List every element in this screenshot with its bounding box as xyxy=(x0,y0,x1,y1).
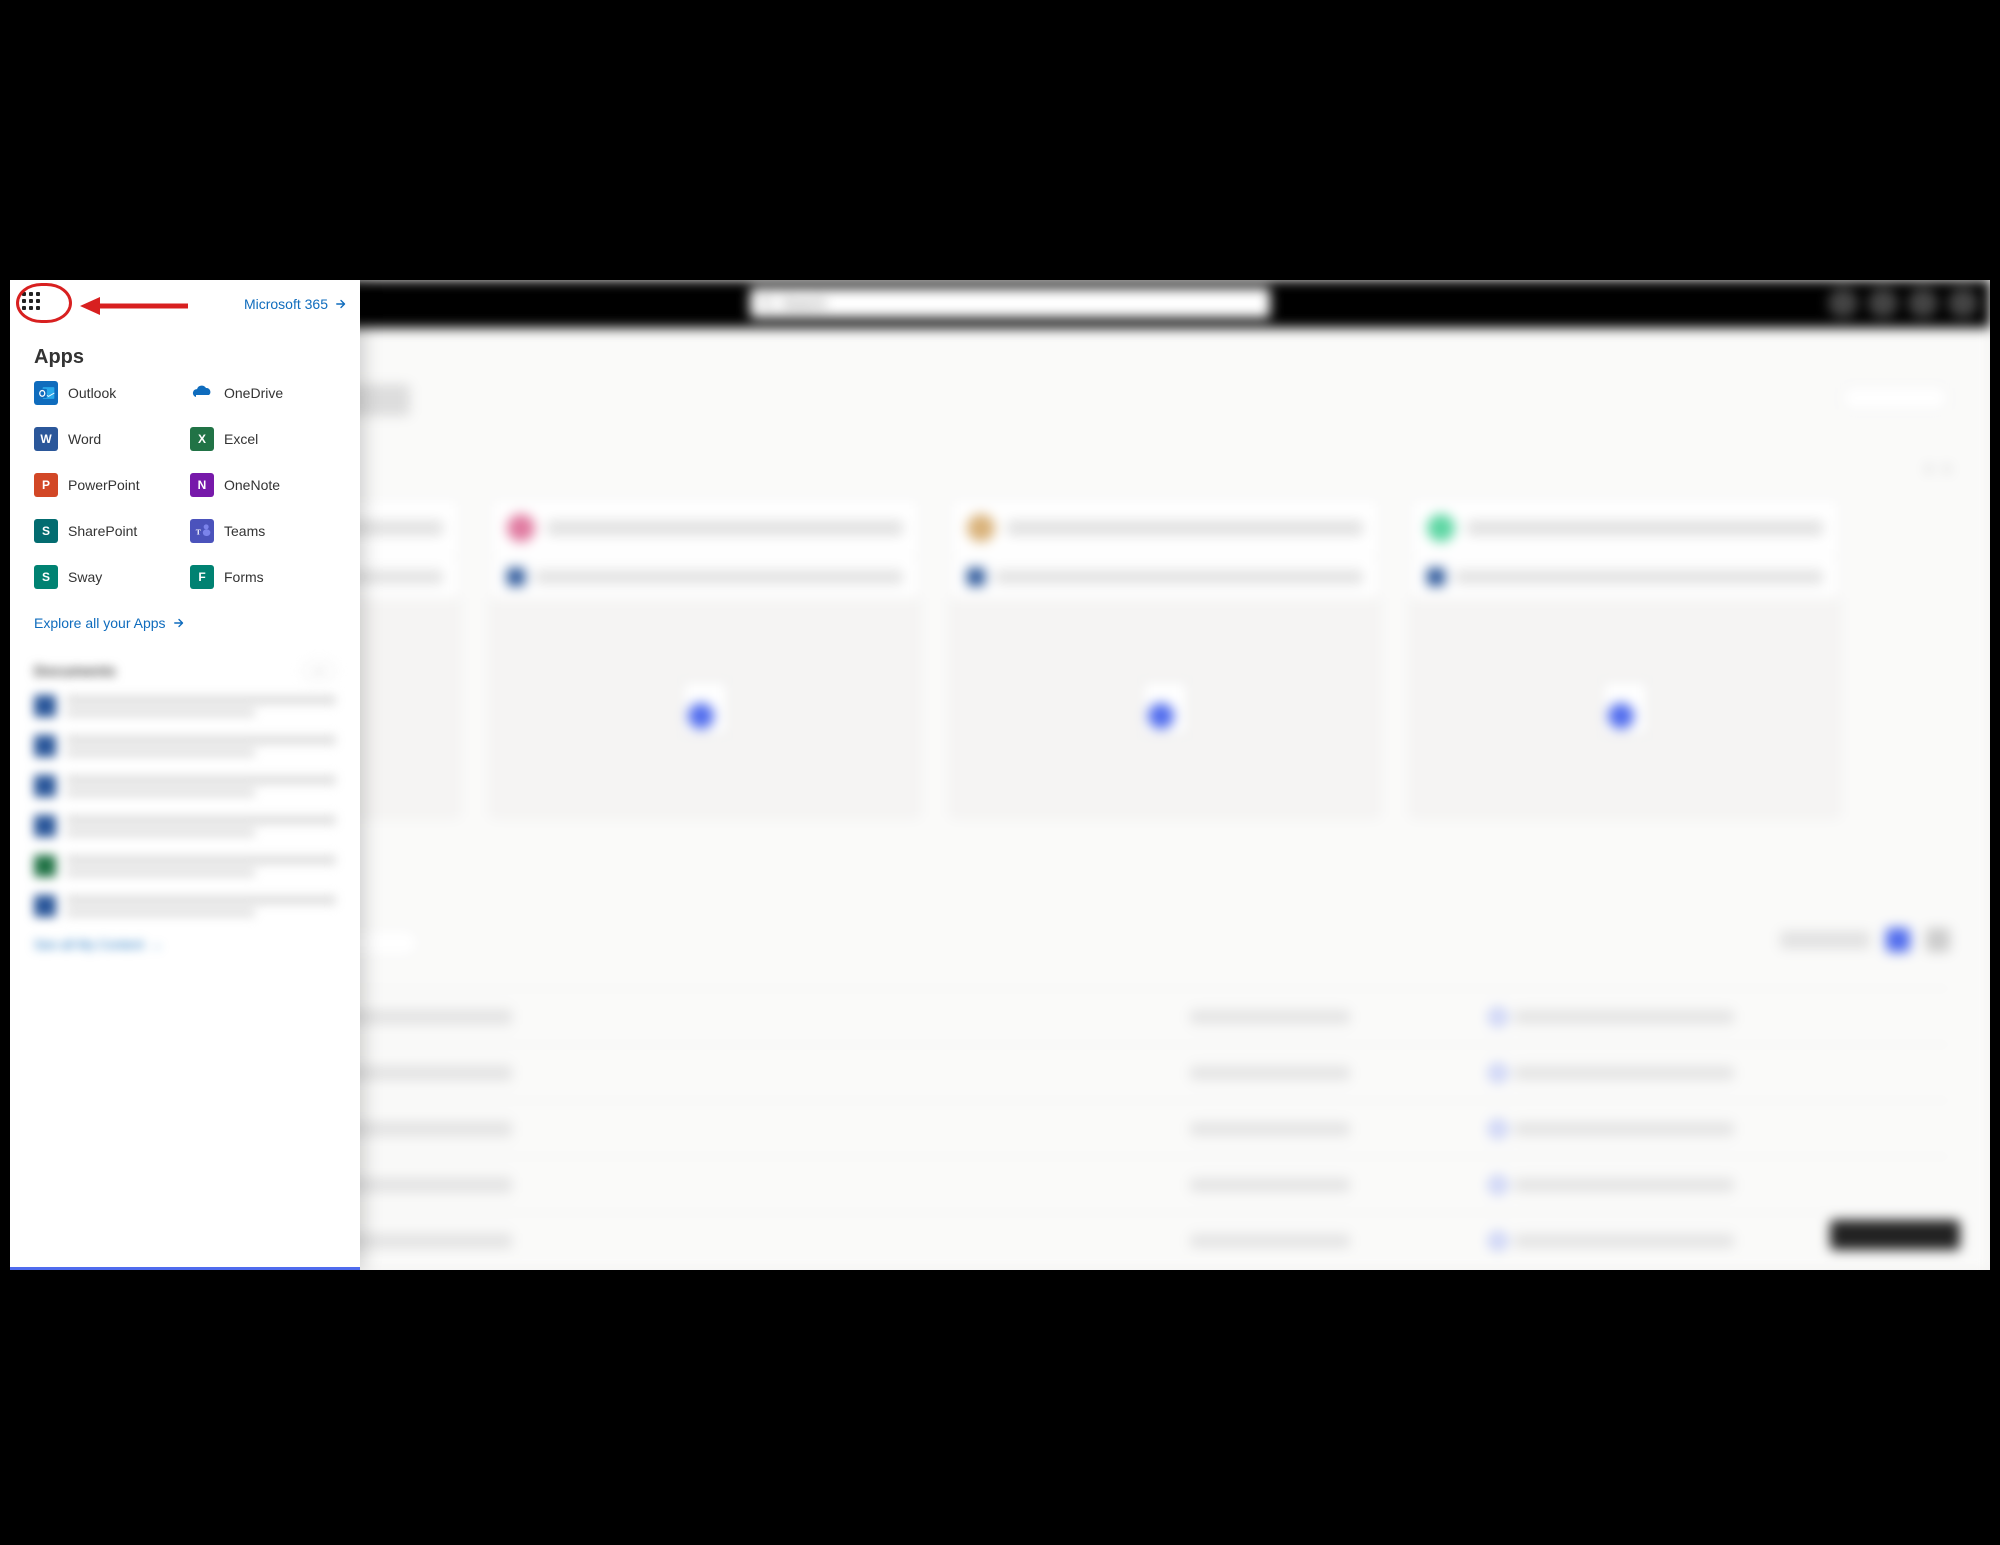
app-launcher-button[interactable] xyxy=(22,292,46,316)
app-launcher-panel: Microsoft 365 Apps Outlook OneDrive W Wo… xyxy=(10,280,360,1270)
forms-icon: F xyxy=(190,565,214,589)
microsoft-365-label: Microsoft 365 xyxy=(244,296,328,312)
app-outlook[interactable]: Outlook xyxy=(34,381,180,405)
app-label: Excel xyxy=(224,431,258,447)
excel-icon: X xyxy=(190,427,214,451)
documents-heading: Documents ⋯ xyxy=(34,661,336,681)
chevron-right-icon[interactable]: › xyxy=(1944,458,1950,479)
app-powerpoint[interactable]: P PowerPoint xyxy=(34,473,180,497)
search-box[interactable]: Search xyxy=(750,288,1270,318)
svg-text:T: T xyxy=(196,527,201,536)
app-onedrive[interactable]: OneDrive xyxy=(190,381,336,405)
avatar[interactable] xyxy=(1948,288,1978,318)
app-excel[interactable]: X Excel xyxy=(190,427,336,451)
search-icon xyxy=(760,296,774,310)
panel-accent-bar xyxy=(10,1267,360,1270)
microsoft-365-link[interactable]: Microsoft 365 xyxy=(244,296,348,312)
topbar-icon[interactable] xyxy=(1908,288,1938,318)
app-forms[interactable]: F Forms xyxy=(190,565,336,589)
app-label: OneDrive xyxy=(224,385,283,401)
document-item[interactable] xyxy=(34,815,336,837)
arrow-right-icon xyxy=(334,297,348,311)
panel-header: Microsoft 365 xyxy=(10,280,360,328)
outlook-icon xyxy=(34,381,58,405)
document-item[interactable] xyxy=(34,735,336,757)
chevron-left-icon[interactable]: ‹ xyxy=(1926,458,1932,479)
panel-blurred-section: Documents ⋯ See all My Content → xyxy=(10,631,360,952)
document-item[interactable] xyxy=(34,895,336,917)
topbar-right-icons xyxy=(1828,288,1978,318)
carousel-arrows: ‹ › xyxy=(1926,458,1950,479)
search-placeholder: Search xyxy=(782,295,826,311)
document-item[interactable] xyxy=(34,775,336,797)
feedback-button[interactable] xyxy=(1830,1220,1960,1250)
see-all-content-link[interactable]: See all My Content → xyxy=(34,937,336,952)
recent-card[interactable] xyxy=(950,498,1380,818)
app-sway[interactable]: S Sway xyxy=(34,565,180,589)
upload-controls xyxy=(1780,928,1950,952)
documents-more-button[interactable]: ⋯ xyxy=(302,661,336,681)
app-label: SharePoint xyxy=(68,523,137,539)
recent-card[interactable] xyxy=(490,498,920,818)
recent-card[interactable] xyxy=(1410,498,1840,818)
apps-grid: Outlook OneDrive W Word X Excel P PowerP… xyxy=(10,381,360,589)
app-word[interactable]: W Word xyxy=(34,427,180,451)
app-label: OneNote xyxy=(224,477,280,493)
view-toggle-icon[interactable] xyxy=(1926,928,1950,952)
onedrive-icon xyxy=(190,381,214,405)
arrow-right-icon: → xyxy=(150,937,163,952)
arrow-right-icon xyxy=(172,616,186,630)
explore-all-apps-link[interactable]: Explore all your Apps xyxy=(10,589,360,631)
app-window: Search ‹ › xyxy=(10,280,1990,1270)
powerpoint-icon: P xyxy=(34,473,58,497)
onenote-icon: N xyxy=(190,473,214,497)
apps-section-title: Apps xyxy=(10,328,360,381)
app-label: Outlook xyxy=(68,385,116,401)
app-onenote[interactable]: N OneNote xyxy=(190,473,336,497)
app-sharepoint[interactable]: S SharePoint xyxy=(34,519,180,543)
teams-icon: T xyxy=(190,519,214,543)
topbar-icon[interactable] xyxy=(1828,288,1858,318)
app-teams[interactable]: T Teams xyxy=(190,519,336,543)
install-apps-button[interactable] xyxy=(1840,384,1950,412)
view-toggle-icon[interactable] xyxy=(1886,928,1910,952)
sway-icon: S xyxy=(34,565,58,589)
document-item[interactable] xyxy=(34,855,336,877)
app-label: Sway xyxy=(68,569,102,585)
sharepoint-icon: S xyxy=(34,519,58,543)
upload-button[interactable] xyxy=(1780,931,1870,949)
topbar-icon[interactable] xyxy=(1868,288,1898,318)
app-label: Teams xyxy=(224,523,265,539)
app-label: Forms xyxy=(224,569,264,585)
document-item[interactable] xyxy=(34,695,336,717)
app-label: Word xyxy=(68,431,101,447)
explore-label: Explore all your Apps xyxy=(34,615,166,631)
app-label: PowerPoint xyxy=(68,477,140,493)
word-icon: W xyxy=(34,427,58,451)
